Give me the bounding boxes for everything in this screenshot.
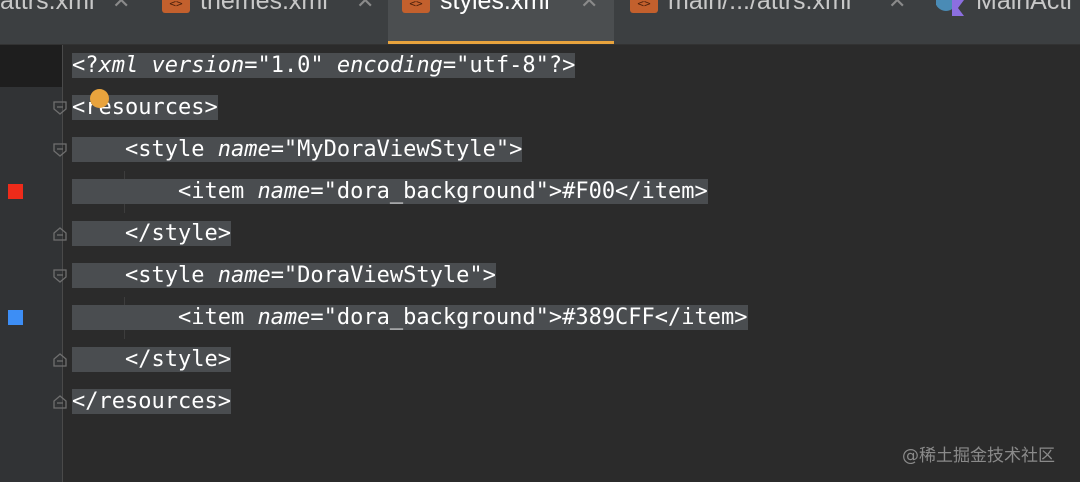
- tab-styles-xml[interactable]: <> styles.xml ✕: [388, 0, 614, 44]
- code-line-8: </style>: [72, 347, 231, 372]
- code-line-3: <style name="MyDoraViewStyle">: [72, 137, 523, 162]
- close-icon[interactable]: ✕: [580, 0, 598, 14]
- xml-file-icon: <>: [402, 0, 430, 13]
- xml-file-icon: <>: [162, 0, 190, 13]
- tab-mainactivity[interactable]: MainActi: [922, 0, 1080, 44]
- color-swatch-red[interactable]: [8, 184, 23, 199]
- fold-open-icon[interactable]: [53, 101, 67, 115]
- code-line-4: <item name="dora_background">#F00</item>: [72, 179, 708, 204]
- editor-tab-bar: attrs.xml ✕ <> themes.xml ✕ <> styles.xm…: [0, 0, 1080, 45]
- code-line-7: <item name="dora_background">#389CFF</it…: [72, 305, 748, 330]
- fold-open-icon[interactable]: [53, 143, 67, 157]
- code-line-9: </resources>: [72, 389, 231, 414]
- close-icon[interactable]: ✕: [112, 0, 130, 14]
- xml-file-icon: <>: [630, 0, 658, 13]
- fold-close-icon[interactable]: [53, 395, 67, 409]
- current-line-gutter-highlight: [0, 45, 63, 87]
- color-swatch-blue[interactable]: [8, 310, 23, 325]
- tab-label: main/.../attrs.xml: [668, 0, 852, 15]
- close-icon[interactable]: ✕: [888, 0, 906, 14]
- tab-label: themes.xml: [200, 0, 328, 15]
- tab-themes-xml[interactable]: <> themes.xml ✕: [150, 0, 386, 44]
- code-line-6: <style name="DoraViewStyle">: [72, 263, 496, 288]
- tab-label: MainActi: [976, 0, 1072, 15]
- kotlin-class-icon: [936, 0, 964, 16]
- tab-main-attrs-xml[interactable]: <> main/.../attrs.xml ✕: [616, 0, 920, 44]
- tab-attrs-xml[interactable]: attrs.xml ✕: [0, 0, 150, 44]
- code-line-5: </style>: [72, 221, 231, 246]
- close-icon[interactable]: ✕: [356, 0, 374, 14]
- fold-close-icon[interactable]: [53, 353, 67, 367]
- active-tab-indicator: [388, 41, 614, 44]
- fold-close-icon[interactable]: [53, 227, 67, 241]
- tab-label: attrs.xml: [0, 0, 95, 15]
- tab-label: styles.xml: [440, 0, 550, 15]
- code-line-1: <?xml version="1.0" encoding="utf-8"?>: [72, 53, 576, 78]
- fold-open-icon[interactable]: [53, 269, 67, 283]
- intention-bulb-icon[interactable]: [90, 89, 109, 108]
- watermark: @稀土掘金技术社区: [902, 446, 1055, 466]
